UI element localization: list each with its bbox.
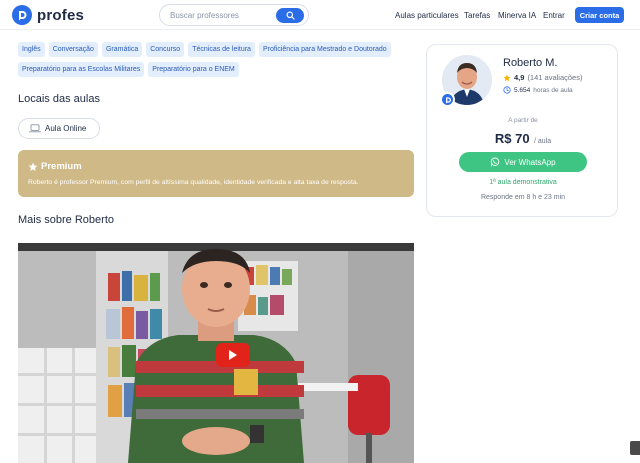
tutor-card: Roberto M. 4,9 (141 avaliações) 5.654 ho… xyxy=(426,44,618,217)
price-from-label: A partir de xyxy=(508,117,538,124)
search-bar xyxy=(159,4,309,26)
nav-aulas-particulares[interactable]: Aulas particulares xyxy=(395,0,459,30)
hours-taught: 5.654 horas de aula xyxy=(503,86,573,94)
price-amount: R$ 70 xyxy=(494,131,530,146)
play-icon xyxy=(229,350,237,360)
tag-gramatica[interactable]: Gramática xyxy=(101,42,143,57)
review-count: (141 avaliações) xyxy=(527,73,583,82)
rating[interactable]: 4,9 (141 avaliações) xyxy=(503,73,582,82)
online-class-label: Aula Online xyxy=(45,124,87,133)
tag-ingles[interactable]: Inglês xyxy=(18,42,45,57)
online-class-chip: Aula Online xyxy=(18,118,100,139)
logo-icon xyxy=(12,5,32,25)
tag-tecnicas-de-leitura[interactable]: Técnicas de leitura xyxy=(188,42,255,57)
nav-tarefas[interactable]: Tarefas xyxy=(464,0,490,30)
premium-title-text: Premium xyxy=(41,161,82,172)
search-button[interactable] xyxy=(276,8,304,23)
hours-label: horas de aula xyxy=(533,86,573,94)
nav-entrar[interactable]: Entrar xyxy=(543,0,565,30)
premium-title: Premium xyxy=(28,161,82,172)
clock-icon xyxy=(503,86,511,94)
locations-heading: Locais das aulas xyxy=(18,93,100,105)
intro-video[interactable] xyxy=(18,243,414,463)
search-icon xyxy=(285,11,295,20)
nav-minerva-ia[interactable]: Minerva IA xyxy=(498,0,536,30)
price: R$ 70 / aula xyxy=(427,130,619,148)
star-icon xyxy=(28,162,38,171)
search-input[interactable] xyxy=(170,8,270,23)
more-about-heading: Mais sobre Roberto xyxy=(18,214,114,226)
whatsapp-icon xyxy=(491,157,500,167)
verified-badge-icon xyxy=(440,92,455,107)
tutor-name[interactable]: Roberto M. xyxy=(503,57,557,69)
whatsapp-button[interactable]: Ver WhatsApp xyxy=(459,152,587,172)
subject-tags: Inglês Conversação Gramática Concurso Té… xyxy=(18,42,418,77)
demo-class-label: 1ª aula demonstrativa xyxy=(489,179,557,186)
tag-escolas-militares[interactable]: Preparatório para as Escolas Militares xyxy=(18,62,145,77)
tag-enem[interactable]: Preparatório para o ENEM xyxy=(148,62,239,77)
logo-text: profes xyxy=(37,6,85,24)
response-time: Responde em 8 h e 23 min xyxy=(480,194,566,201)
play-button[interactable] xyxy=(216,343,250,367)
premium-banner: Premium Roberto é professor Premium, com… xyxy=(18,150,414,197)
whatsapp-label: Ver WhatsApp xyxy=(504,157,556,167)
laptop-icon xyxy=(29,124,41,133)
create-account-button[interactable]: Criar conta xyxy=(575,7,624,23)
premium-description: Roberto é professor Premium, com perfil … xyxy=(28,179,359,186)
hours-value: 5.654 xyxy=(514,86,531,94)
tag-concurso[interactable]: Concurso xyxy=(146,42,185,57)
side-tab-icon[interactable] xyxy=(630,441,640,455)
tag-proficiencia[interactable]: Proficiência para Mestrado e Doutorado xyxy=(258,42,391,57)
brand-logo[interactable]: profes xyxy=(12,5,84,25)
price-unit: / aula xyxy=(534,138,552,145)
rating-score: 4,9 xyxy=(514,73,525,82)
top-header: profes Aulas particulares Tarefas Minerv… xyxy=(0,0,640,30)
tag-conversacao[interactable]: Conversação xyxy=(48,42,98,57)
star-rating-icon xyxy=(503,73,511,81)
